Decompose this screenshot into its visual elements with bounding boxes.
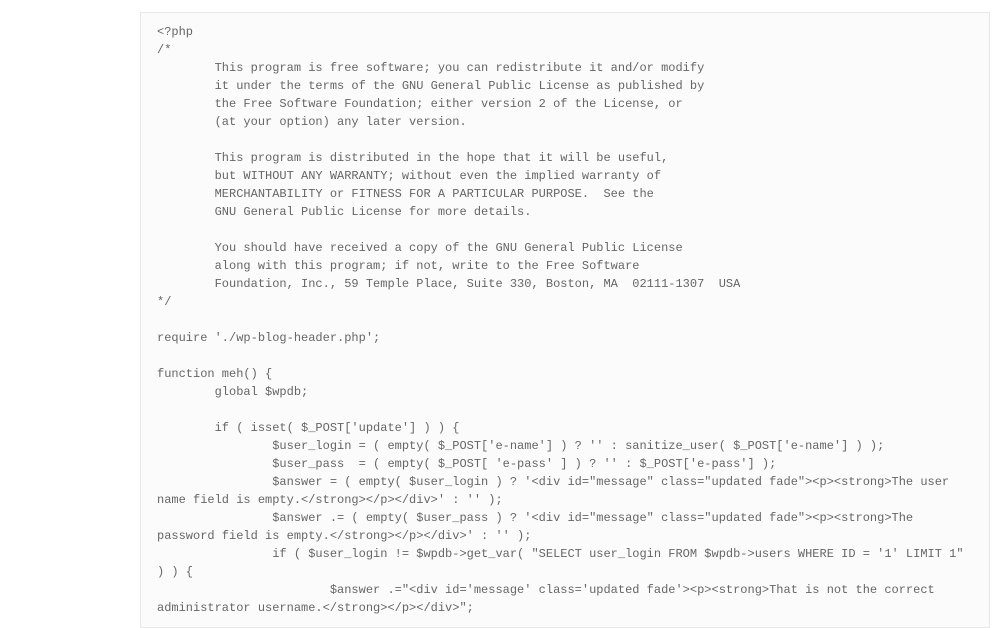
code-line: $user_pass = ( empty( $_POST[ 'e-pass' ]… [157,455,973,473]
code-line [157,401,973,419]
code-line: This program is distributed in the hope … [157,149,973,167]
code-line [157,131,973,149]
code-line: if ( $user_login != $wpdb->get_var( "SEL… [157,545,973,581]
code-line: MERCHANTABILITY or FITNESS FOR A PARTICU… [157,185,973,203]
code-line [157,347,973,365]
code-line: $answer .="<div id='message' class='upda… [157,581,973,617]
code-line: $answer .= ( empty( $user_pass ) ? '<div… [157,509,973,545]
code-line: /* [157,41,973,59]
code-line: */ [157,293,973,311]
code-line: the Free Software Foundation; either ver… [157,95,973,113]
code-line: <?php [157,23,973,41]
code-line: if ( isset( $_POST['update'] ) ) { [157,419,973,437]
code-line: require './wp-blog-header.php'; [157,329,973,347]
code-line: along with this program; if not, write t… [157,257,973,275]
code-line: function meh() { [157,365,973,383]
code-line: $user_login = ( empty( $_POST['e-name'] … [157,437,973,455]
code-line: This program is free software; you can r… [157,59,973,77]
code-line: Foundation, Inc., 59 Temple Place, Suite… [157,275,973,293]
code-line [157,311,973,329]
code-line: global $wpdb; [157,383,973,401]
code-line: (at your option) any later version. [157,113,973,131]
code-block: <?php/* This program is free software; y… [140,12,990,628]
code-line: You should have received a copy of the G… [157,239,973,257]
code-line [157,221,973,239]
code-line: GNU General Public License for more deta… [157,203,973,221]
code-line: it under the terms of the GNU General Pu… [157,77,973,95]
code-line: but WITHOUT ANY WARRANTY; without even t… [157,167,973,185]
code-line: $answer = ( empty( $user_login ) ? '<div… [157,473,973,509]
